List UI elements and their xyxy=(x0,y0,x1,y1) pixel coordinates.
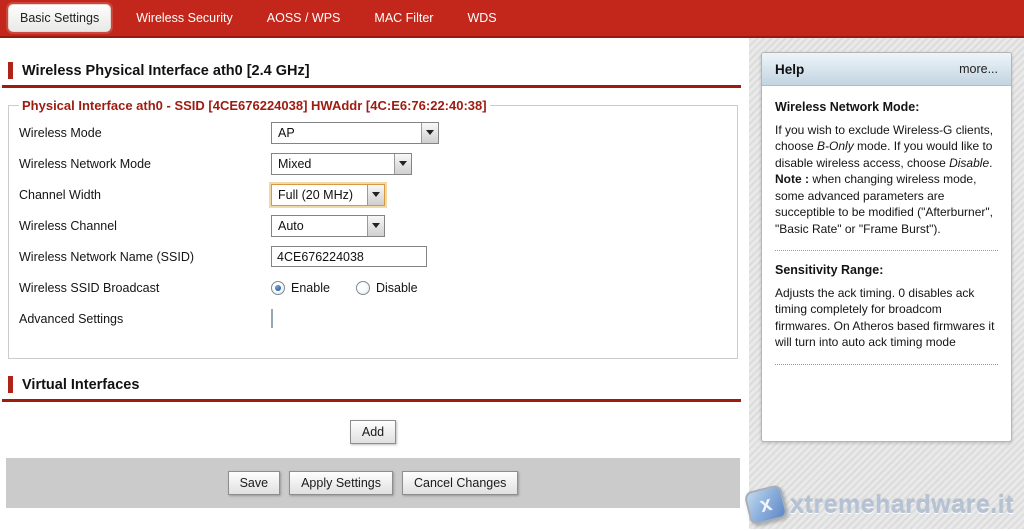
help-paragraph-sensitivity-range: Adjusts the ack timing. 0 disables ack t… xyxy=(775,285,998,351)
ssid-input[interactable] xyxy=(271,246,427,267)
wireless-mode-label: Wireless Mode xyxy=(19,126,271,140)
ssid-broadcast-enable-option[interactable]: Enable xyxy=(271,281,330,295)
wireless-network-mode-value: Mixed xyxy=(272,157,394,171)
help-panel-body: Wireless Network Mode: If you wish to ex… xyxy=(762,86,1011,387)
help-panel-header: Help more... xyxy=(762,53,1011,86)
channel-width-label: Channel Width xyxy=(19,188,271,202)
top-navigation: Basic Settings Wireless Security AOSS / … xyxy=(0,0,1024,38)
virtual-interfaces-title: Virtual Interfaces xyxy=(22,377,139,393)
help-title: Help xyxy=(775,62,804,77)
channel-width-select[interactable]: Full (20 MHz) xyxy=(271,184,385,206)
help-divider xyxy=(775,250,998,251)
dropdown-arrow-button[interactable] xyxy=(394,154,411,174)
row-ssid-broadcast: Wireless SSID Broadcast Enable Disable xyxy=(19,272,727,303)
section-header-virtual-interfaces: Virtual Interfaces xyxy=(0,376,746,393)
tab-basic-settings[interactable]: Basic Settings xyxy=(8,4,111,32)
disable-option-label: Disable xyxy=(376,281,418,295)
row-wireless-channel: Wireless Channel Auto xyxy=(19,210,727,241)
section-marker-bar xyxy=(8,62,13,79)
row-advanced-settings: Advanced Settings xyxy=(19,303,727,334)
help-heading-wireless-network-mode: Wireless Network Mode: xyxy=(775,99,998,116)
channel-width-value: Full (20 MHz) xyxy=(272,188,367,202)
section-divider-rule xyxy=(2,85,741,88)
tab-mac-filter[interactable]: MAC Filter xyxy=(357,2,450,34)
radio-enable-icon[interactable] xyxy=(271,281,285,295)
advanced-settings-checkbox[interactable] xyxy=(271,309,273,328)
chevron-down-icon xyxy=(372,192,380,197)
dropdown-arrow-button[interactable] xyxy=(421,123,438,143)
physical-interface-fieldset: Physical Interface ath0 - SSID [4CE67622… xyxy=(8,98,738,359)
section-header-physical-interface: Wireless Physical Interface ath0 [2.4 GH… xyxy=(0,62,746,79)
dropdown-arrow-button[interactable] xyxy=(367,216,384,236)
tab-aoss-wps[interactable]: AOSS / WPS xyxy=(250,2,358,34)
fieldset-legend: Physical Interface ath0 - SSID [4CE67622… xyxy=(19,98,490,113)
help-more-link[interactable]: more... xyxy=(959,62,998,76)
help-divider xyxy=(775,364,998,365)
row-ssid: Wireless Network Name (SSID) xyxy=(19,241,727,272)
chevron-down-icon xyxy=(426,130,434,135)
apply-settings-button[interactable]: Apply Settings xyxy=(289,471,393,495)
row-channel-width: Channel Width Full (20 MHz) xyxy=(19,179,727,210)
wireless-channel-value: Auto xyxy=(272,219,367,233)
tab-wds[interactable]: WDS xyxy=(450,2,513,34)
section-divider-rule xyxy=(2,399,741,402)
chevron-down-icon xyxy=(399,161,407,166)
ssid-broadcast-label: Wireless SSID Broadcast xyxy=(19,281,271,295)
help-note-label: Note : xyxy=(775,172,809,186)
help-sidebar: Help more... Wireless Network Mode: If y… xyxy=(746,38,1024,529)
wireless-mode-value: AP xyxy=(272,126,421,140)
ssid-broadcast-radio-group: Enable Disable xyxy=(271,281,727,295)
watermark: x xtremehardware.it xyxy=(747,488,1014,522)
help-paragraph-wireless-network-mode: If you wish to exclude Wireless-G client… xyxy=(775,122,998,238)
ssid-label: Wireless Network Name (SSID) xyxy=(19,250,271,264)
page-title: Wireless Physical Interface ath0 [2.4 GH… xyxy=(22,63,310,79)
wireless-network-mode-label: Wireless Network Mode xyxy=(19,157,271,171)
row-wireless-mode: Wireless Mode AP xyxy=(19,117,727,148)
xtremehardware-logo-icon: x xyxy=(744,484,789,526)
wireless-channel-select[interactable]: Auto xyxy=(271,215,385,237)
help-heading-sensitivity-range: Sensitivity Range: xyxy=(775,262,998,279)
save-button[interactable]: Save xyxy=(228,471,281,495)
enable-option-label: Enable xyxy=(291,281,330,295)
main-content: Wireless Physical Interface ath0 [2.4 GH… xyxy=(0,38,746,529)
advanced-settings-label: Advanced Settings xyxy=(19,312,271,326)
wireless-mode-select[interactable]: AP xyxy=(271,122,439,144)
add-button[interactable]: Add xyxy=(350,420,396,444)
help-panel: Help more... Wireless Network Mode: If y… xyxy=(761,52,1012,442)
cancel-changes-button[interactable]: Cancel Changes xyxy=(402,471,518,495)
watermark-text: xtremehardware.it xyxy=(790,491,1014,520)
action-button-bar: Save Apply Settings Cancel Changes xyxy=(6,458,740,508)
ssid-broadcast-disable-option[interactable]: Disable xyxy=(356,281,418,295)
section-marker-bar xyxy=(8,376,13,393)
wireless-channel-label: Wireless Channel xyxy=(19,219,271,233)
chevron-down-icon xyxy=(372,223,380,228)
dropdown-arrow-button[interactable] xyxy=(367,185,384,205)
wireless-network-mode-select[interactable]: Mixed xyxy=(271,153,412,175)
row-wireless-network-mode: Wireless Network Mode Mixed xyxy=(19,148,727,179)
tab-wireless-security[interactable]: Wireless Security xyxy=(119,2,250,34)
radio-disable-icon[interactable] xyxy=(356,281,370,295)
